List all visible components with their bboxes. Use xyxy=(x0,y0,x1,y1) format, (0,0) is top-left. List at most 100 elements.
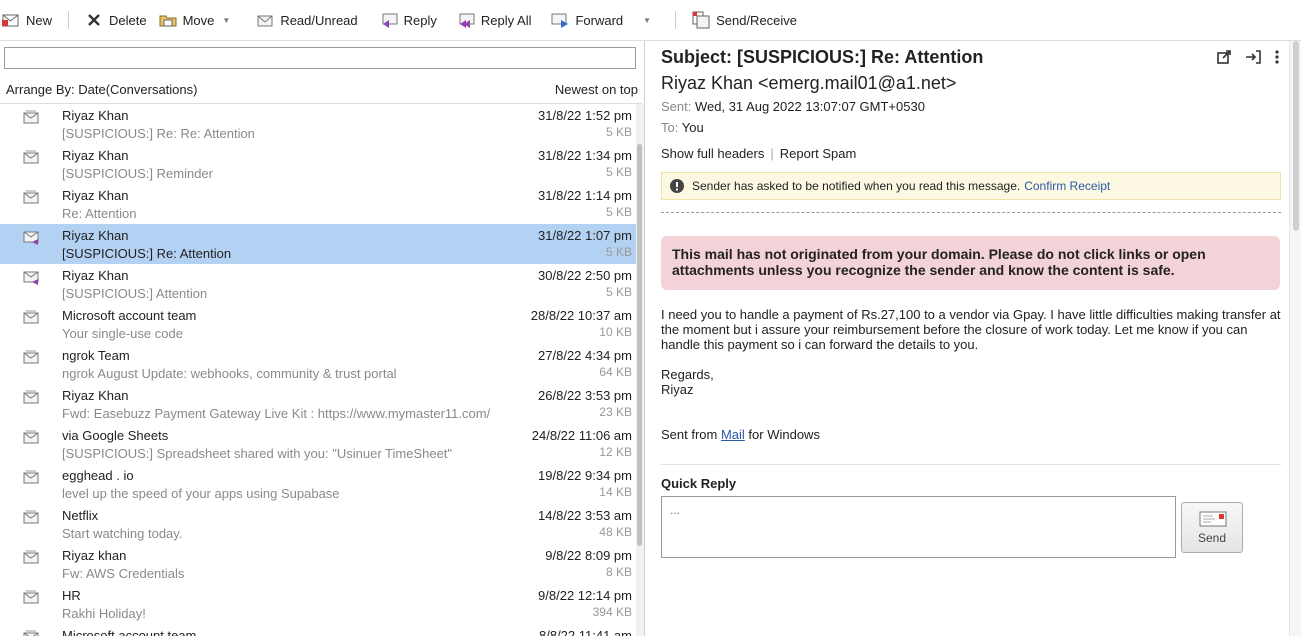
external-mail-warning: This mail has not originated from your d… xyxy=(661,236,1280,290)
to-label: To: xyxy=(661,120,679,135)
body-sent-from: Sent from Mail for Windows xyxy=(661,427,1283,442)
arrange-by-selector[interactable]: Arrange By: Date(Conversations) xyxy=(6,82,197,97)
replied-envelope-icon xyxy=(23,270,41,285)
read-receipt-notice: Sender has asked to be notified when you… xyxy=(661,172,1281,200)
message-subject-preview: [SUSPICIOUS:] Re: Attention xyxy=(62,246,232,261)
message-row[interactable]: Riyaz Khan [SUSPICIOUS:] Re: Re: Attentio… xyxy=(0,104,636,144)
message-date: 26/8/22 3:53 pm xyxy=(538,388,632,403)
message-row[interactable]: Microsoft account team Your single-use co… xyxy=(0,304,636,344)
pop-out-icon[interactable] xyxy=(1245,50,1261,64)
message-date: 31/8/22 1:52 pm xyxy=(538,108,632,123)
new-mail-icon xyxy=(2,11,20,29)
message-row[interactable]: ngrok Team ngrok August Update: webhooks,… xyxy=(0,344,636,384)
message-row[interactable]: Riyaz Khan [SUSPICIOUS:] Re: Attention 31/… xyxy=(0,224,636,264)
message-from: Riyaz khan xyxy=(62,548,127,563)
message-row[interactable]: HR Rakhi Holiday! 9/8/22 12:14 pm 394 KB xyxy=(0,584,636,624)
message-list: Riyaz Khan [SUSPICIOUS:] Re: Re: Attentio… xyxy=(0,104,636,636)
message-date: 27/8/22 4:34 pm xyxy=(538,348,632,363)
send-receive-label: Send/Receive xyxy=(716,12,798,28)
message-list-pane: Arrange By: Date(Conversations) Newest o… xyxy=(0,41,645,636)
more-options-icon[interactable] xyxy=(1275,50,1279,64)
send-label: Send xyxy=(1197,531,1227,545)
reading-pane-scrollbar-thumb[interactable] xyxy=(1293,41,1299,231)
envelope-icon xyxy=(256,11,274,29)
message-date: 9/8/22 12:14 pm xyxy=(538,588,632,603)
header-links: Show full headers | Report Spam xyxy=(661,146,856,161)
show-full-headers-link[interactable]: Show full headers xyxy=(661,146,764,161)
sort-order-toggle[interactable]: Newest on top xyxy=(555,82,638,97)
quick-reply-divider xyxy=(661,464,1281,465)
forward-button[interactable]: Forward ▼ xyxy=(545,5,657,35)
message-from: HR xyxy=(62,588,81,603)
message-row[interactable]: Riyaz Khan [SUSPICIOUS:] Reminder 31/8/22 … xyxy=(0,144,636,184)
body-signoff: Regards, Riyaz xyxy=(661,367,1283,397)
message-size: 64 KB xyxy=(599,365,632,379)
toolbar-divider xyxy=(68,11,70,29)
message-size: 5 KB xyxy=(605,285,632,299)
message-subject-preview: Start watching today. xyxy=(62,526,183,541)
list-scrollbar-thumb[interactable] xyxy=(637,144,642,546)
info-icon xyxy=(670,179,684,193)
reply-button[interactable]: Reply xyxy=(374,5,443,35)
new-button[interactable]: New xyxy=(0,5,58,35)
to-value: You xyxy=(681,120,704,135)
search-input[interactable] xyxy=(4,47,636,69)
confirm-receipt-link[interactable]: Confirm Receipt xyxy=(1024,179,1110,193)
message-size: 48 KB xyxy=(599,525,632,539)
send-button[interactable]: Send xyxy=(1181,502,1243,553)
message-size: 14 KB xyxy=(599,485,632,499)
message-from: Microsoft account team xyxy=(62,628,197,636)
message-from: Riyaz Khan xyxy=(62,388,129,403)
reply-all-button[interactable]: Reply All xyxy=(451,5,538,35)
body-paragraph: I need you to handle a payment of Rs.27,… xyxy=(661,307,1281,352)
envelope-icon xyxy=(23,390,41,404)
read-receipt-text: Sender has asked to be notified when you… xyxy=(692,179,1021,193)
reading-pane-scrollbar[interactable] xyxy=(1289,41,1301,636)
message-from: via Google Sheets xyxy=(62,428,169,443)
reply-all-label: Reply All xyxy=(480,12,532,28)
read-unread-button[interactable]: Read/Unread xyxy=(250,5,363,35)
quick-reply-title: Quick Reply xyxy=(661,476,737,491)
send-receive-button[interactable]: Send/Receive xyxy=(686,5,803,35)
message-from: Riyaz Khan xyxy=(62,268,129,283)
message-from: Riyaz Khan xyxy=(62,188,129,203)
move-label: Move xyxy=(182,12,215,28)
report-spam-link[interactable]: Report Spam xyxy=(780,146,857,161)
sent-row: Sent: Wed, 31 Aug 2022 13:07:07 GMT+0530 xyxy=(661,99,925,114)
message-row[interactable]: Netflix Start watching today. 14/8/22 3:53… xyxy=(0,504,636,544)
move-button[interactable]: Move ▼ xyxy=(153,5,237,35)
mail-app-link[interactable]: Mail xyxy=(721,427,745,442)
message-row[interactable]: Riyaz Khan Fwd: Easebuzz Payment Gateway … xyxy=(0,384,636,424)
message-size: 5 KB xyxy=(605,245,632,259)
forward-icon xyxy=(551,11,569,29)
message-subject-preview: [SUSPICIOUS:] Spreadsheet shared with yo… xyxy=(62,446,453,461)
envelope-icon xyxy=(23,510,41,524)
envelope-icon xyxy=(23,470,41,484)
message-date: 31/8/22 1:07 pm xyxy=(538,228,632,243)
message-date: 28/8/22 10:37 am xyxy=(530,308,632,323)
message-subject-preview: [SUSPICIOUS:] Reminder xyxy=(62,166,213,181)
message-date: 19/8/22 9:34 pm xyxy=(538,468,632,483)
message-subject-preview: ngrok August Update: webhooks, community… xyxy=(62,366,397,381)
message-row[interactable]: Riyaz khan Fw: AWS Credentials 9/8/22 8:09… xyxy=(0,544,636,584)
envelope-icon xyxy=(23,630,41,636)
reading-pane: Subject: [SUSPICIOUS:] Re: Attention Riy… xyxy=(645,41,1301,636)
replied-envelope-icon xyxy=(23,230,41,245)
envelope-icon xyxy=(23,550,41,564)
message-subject-preview: Your single-use code xyxy=(62,326,183,341)
quick-reply-input[interactable] xyxy=(661,496,1176,558)
message-row[interactable]: Riyaz Khan Re: Attention 31/8/22 1:14 pm 5 … xyxy=(0,184,636,224)
message-date: 14/8/22 3:53 am xyxy=(538,508,632,523)
read-unread-label: Read/Unread xyxy=(280,12,358,28)
message-date: 31/8/22 1:14 pm xyxy=(538,188,632,203)
message-row[interactable]: Microsoft account team 8/8/22 11:41 am xyxy=(0,624,636,636)
message-date: 9/8/22 8:09 pm xyxy=(545,548,632,563)
message-from: egghead . io xyxy=(62,468,134,483)
delete-button[interactable]: Delete xyxy=(79,5,153,35)
message-row[interactable]: via Google Sheets [SUSPICIOUS:] Spreadshe… xyxy=(0,424,636,464)
chevron-down-icon: ▼ xyxy=(222,15,231,25)
message-row[interactable]: Riyaz Khan [SUSPICIOUS:] Attention 30/8/22… xyxy=(0,264,636,304)
message-row[interactable]: egghead . io level up the speed of your a… xyxy=(0,464,636,504)
open-in-new-window-icon[interactable] xyxy=(1217,50,1231,64)
list-scrollbar[interactable] xyxy=(636,104,644,636)
